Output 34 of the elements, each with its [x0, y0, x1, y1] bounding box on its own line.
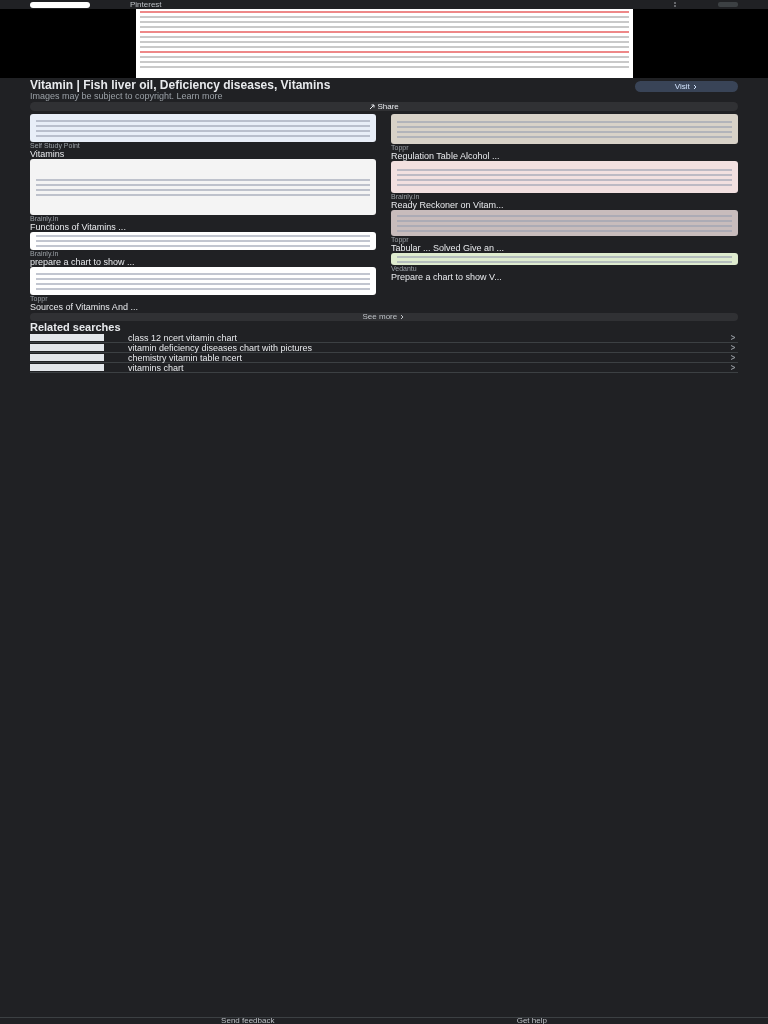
logo-icon [30, 1, 90, 8]
related-search-link[interactable]: chemistry vitamin table ncert [128, 353, 704, 362]
result-title[interactable]: Prepare a chart to show V... [391, 273, 738, 281]
result-title[interactable]: Tabular ... Solved Give an ... [391, 244, 738, 252]
share-button[interactable]: Share [30, 102, 738, 111]
result-title[interactable]: prepare a chart to show ... [30, 258, 376, 266]
section-heading: Related searches [29, 323, 122, 333]
document-thumbnail[interactable] [391, 114, 738, 144]
related-search-link[interactable]: vitamins chart [128, 363, 704, 372]
share-icon [369, 103, 376, 110]
visit-button[interactable]: Visit [634, 81, 738, 92]
document-thumbnail[interactable] [391, 253, 738, 265]
result-title[interactable]: Vitamins [30, 150, 376, 158]
learn-more-link[interactable]: Learn more [176, 91, 223, 101]
document-thumbnail[interactable] [30, 232, 376, 250]
related-search-link[interactable]: vitamin deficiency diseases chart with pictures [128, 343, 704, 352]
document-thumbnail[interactable] [30, 159, 376, 215]
related-search-link[interactable]: class 12 ncert vitamin chart [128, 333, 704, 342]
result-title[interactable]: Sources of Vitamins And ... [30, 303, 376, 311]
result-title[interactable]: Functions of Vitamins ... [30, 223, 376, 231]
document-thumbnail[interactable] [391, 210, 738, 236]
footer-link[interactable]: Get help [516, 1018, 547, 1024]
document-thumbnail[interactable] [30, 267, 376, 295]
result-title[interactable]: Ready Reckoner on Vitam... [391, 201, 738, 209]
copyright-notice: Images may be subject to copyright. Learn more [29, 92, 224, 101]
document-thumbnail[interactable] [391, 161, 738, 193]
see-more-button[interactable]: See more [30, 313, 738, 322]
source-name[interactable]: Pinterest [130, 0, 162, 9]
result-title[interactable]: Regulation Table Alcohol ... [391, 152, 738, 160]
footer-link[interactable]: Send feedback [221, 1018, 275, 1024]
more-icon[interactable] [672, 2, 678, 7]
document-thumbnail[interactable] [30, 114, 376, 142]
chevron-icon [692, 83, 698, 90]
chevron-icon [399, 314, 406, 320]
